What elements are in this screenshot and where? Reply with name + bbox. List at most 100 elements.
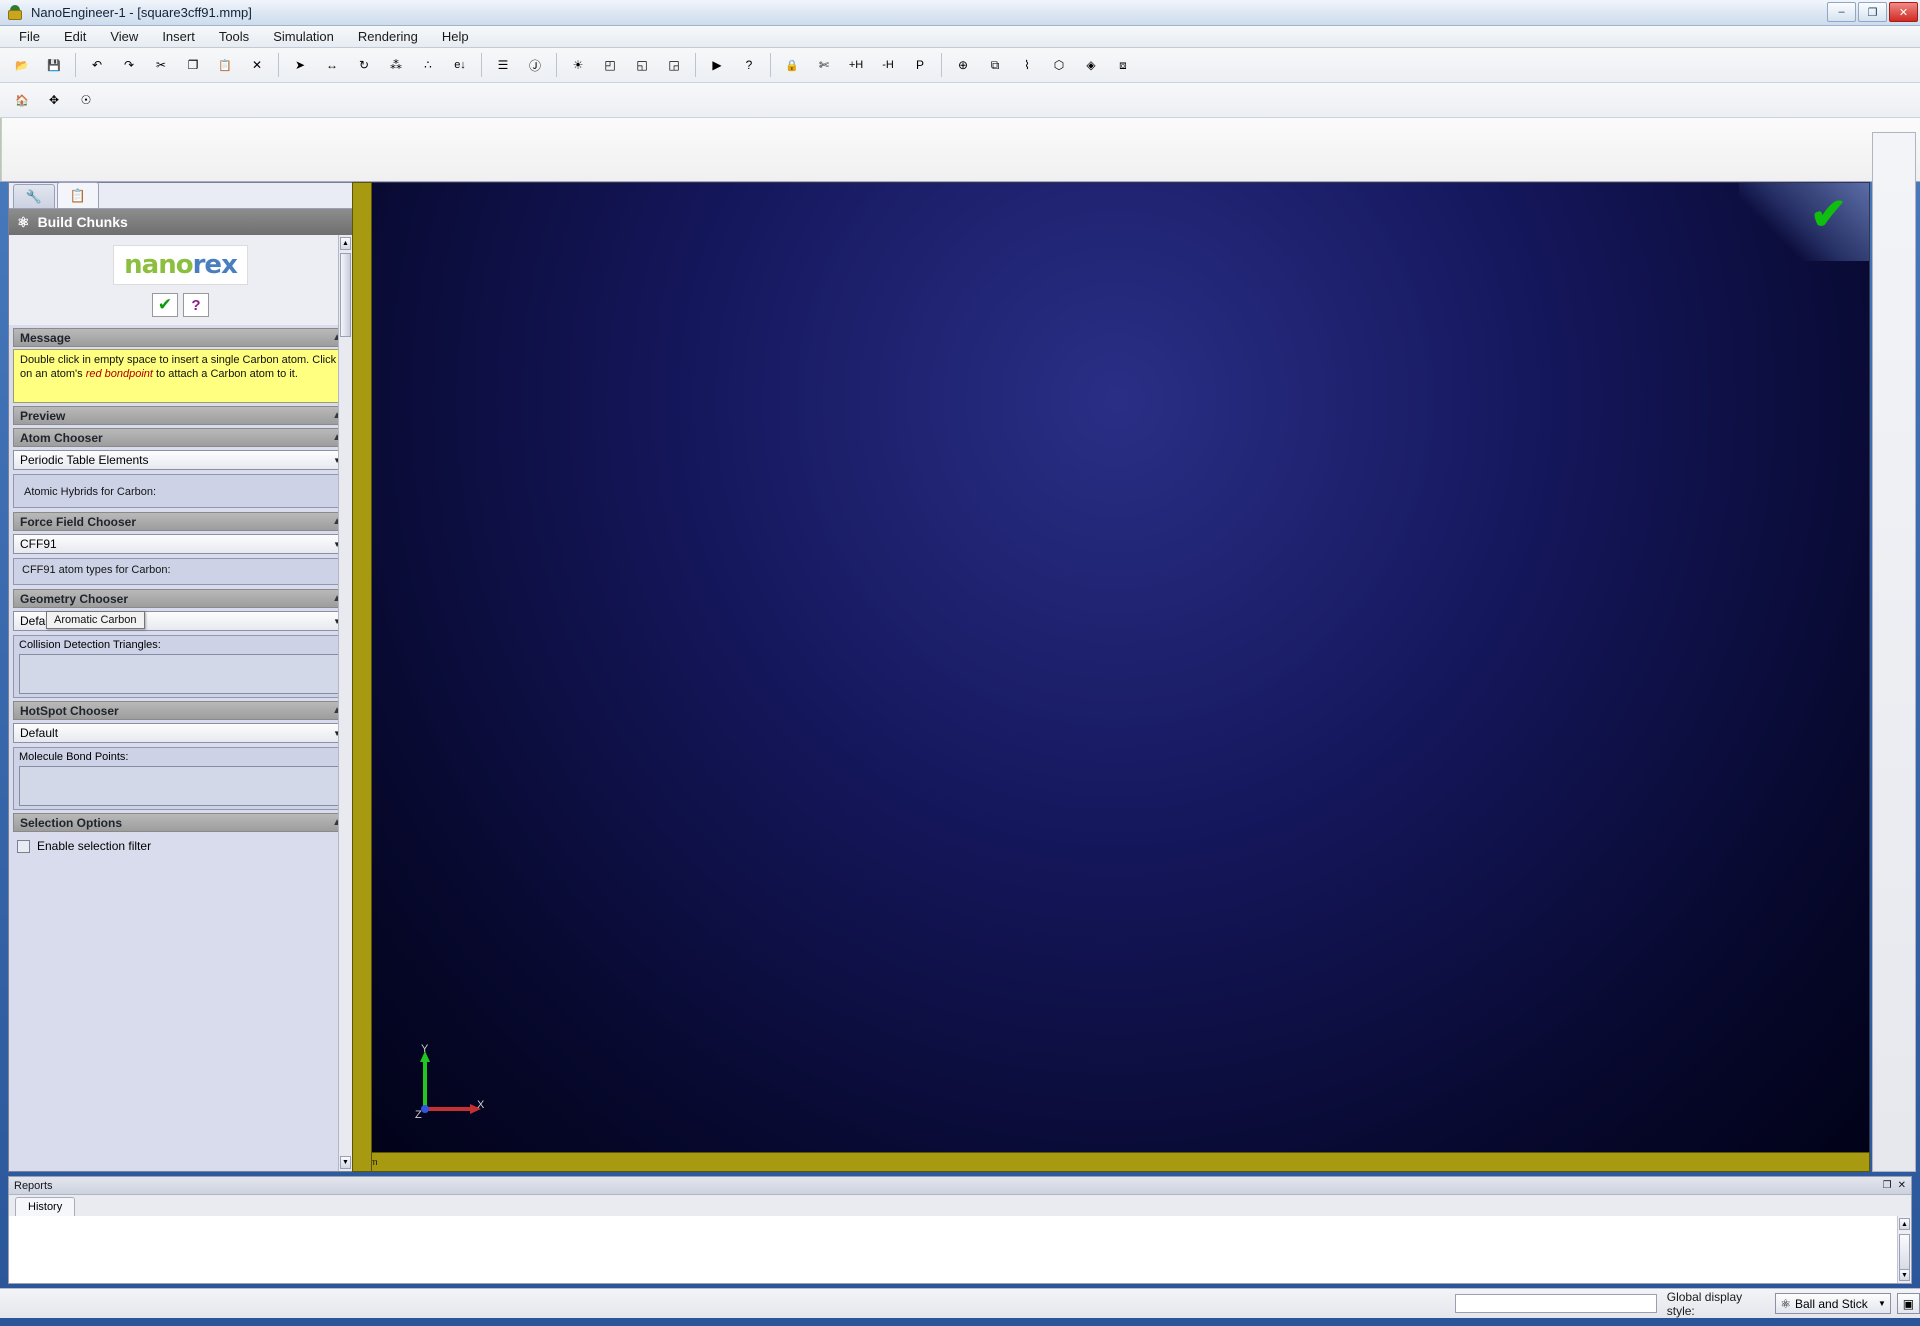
ribbon-action-group xyxy=(1,118,1920,181)
menu-view[interactable]: View xyxy=(99,26,149,47)
scroll-up-icon[interactable]: ▲ xyxy=(340,237,351,250)
menu-file[interactable]: File xyxy=(8,26,51,47)
passivate-icon[interactable]: P xyxy=(905,50,935,80)
group-title-hotspot: HotSpot Chooser xyxy=(20,703,119,718)
done-button[interactable]: ✔ xyxy=(152,293,178,317)
history-log[interactable]: ▲ ▼ xyxy=(9,1216,1911,1283)
history-tab[interactable]: History xyxy=(15,1197,76,1216)
panel-scrollbar[interactable]: ▲ ▼ xyxy=(338,235,352,1171)
hotspot-select[interactable]: Default ▼ xyxy=(13,723,348,743)
whats-this-button[interactable]: ? xyxy=(183,293,209,317)
confirm-checkmark-icon[interactable]: ✔ xyxy=(1810,193,1847,237)
chunk-style-button[interactable]: ▣ xyxy=(1896,1293,1920,1314)
model-tree-icon[interactable]: ☰ xyxy=(488,50,518,80)
history-scroll-down-icon[interactable]: ▼ xyxy=(1899,1269,1910,1281)
property-manager-tab[interactable]: 📋 xyxy=(57,182,99,208)
graphene-generator-icon[interactable]: ⬡ xyxy=(1044,50,1074,80)
hotspot-value: Default xyxy=(20,726,59,740)
menu-insert[interactable]: Insert xyxy=(151,26,206,47)
recenter-view-icon[interactable]: ☉ xyxy=(71,85,101,115)
group-header-hotspot[interactable]: HotSpot Chooser ▲ xyxy=(13,701,348,720)
scissors-bond-icon[interactable]: ✄ xyxy=(809,50,839,80)
redo-icon[interactable]: ↷ xyxy=(114,50,144,80)
menu-edit[interactable]: Edit xyxy=(53,26,97,47)
undo-icon[interactable]: ↶ xyxy=(82,50,112,80)
paste-icon[interactable]: 📋 xyxy=(210,50,240,80)
copy-icon[interactable]: ❐ xyxy=(178,50,208,80)
collision-triangles-list[interactable] xyxy=(19,654,342,694)
reports-close-icon[interactable]: ✕ xyxy=(1898,1180,1906,1191)
simulator-1-icon[interactable]: ◰ xyxy=(595,50,625,80)
group-header-atom-chooser[interactable]: Atom Chooser ▲ xyxy=(13,428,348,447)
reports-float-icon[interactable]: ❐ xyxy=(1883,1180,1892,1191)
bond-points-list[interactable] xyxy=(19,766,342,806)
select-arrow-icon[interactable]: ➤ xyxy=(285,50,315,80)
history-scroll-thumb[interactable] xyxy=(1899,1234,1910,1274)
crystal-tool-icon[interactable]: ⊕ xyxy=(948,50,978,80)
maximize-button[interactable]: ❐ xyxy=(1858,2,1887,22)
scroll-down-icon[interactable]: ▼ xyxy=(340,1156,351,1169)
movie-player-icon[interactable]: ▶ xyxy=(702,50,732,80)
element-down-icon[interactable]: e↓ xyxy=(445,50,475,80)
atom-chooser-mode-value: Periodic Table Elements xyxy=(20,453,149,467)
move-chunk-icon[interactable]: ↔ xyxy=(317,50,347,80)
select-connected-icon[interactable]: ⁂ xyxy=(381,50,411,80)
menu-tools[interactable]: Tools xyxy=(208,26,260,47)
rotate-chunk-icon[interactable]: ↻ xyxy=(349,50,379,80)
axis-label-y: Y xyxy=(421,1043,429,1055)
delete-icon[interactable]: ✕ xyxy=(242,50,272,80)
nanotube-generator-icon[interactable]: ⧉ xyxy=(980,50,1010,80)
menu-simulation[interactable]: Simulation xyxy=(262,26,345,47)
group-header-force-field[interactable]: Force Field Chooser ▲ xyxy=(13,512,348,531)
cookie-cutter-icon[interactable]: ◈ xyxy=(1076,50,1106,80)
force-field-select[interactable]: CFF91 ▼ xyxy=(13,534,348,554)
simulator-3-icon[interactable]: ◲ xyxy=(659,50,689,80)
3d-viewport[interactable]: ✔ Y X Z xyxy=(362,182,1870,1172)
collision-triangles-label: Collision Detection Triangles: xyxy=(19,639,161,651)
model-tree-tab[interactable]: 🔧 xyxy=(13,184,55,208)
add-hydrogen-icon[interactable]: +H xyxy=(841,50,871,80)
lock-chunk-icon[interactable]: 🔒 xyxy=(777,50,807,80)
scroll-thumb[interactable] xyxy=(340,253,351,337)
open-file-icon[interactable]: 📂 xyxy=(7,50,37,80)
group-title-geometry: Geometry Chooser xyxy=(20,591,129,606)
simulator-2-icon[interactable]: ◱ xyxy=(627,50,657,80)
selection-filter-checkbox[interactable] xyxy=(17,839,30,853)
help-cursor-icon[interactable]: ? xyxy=(734,50,764,80)
group-header-geometry[interactable]: Geometry Chooser ▲ xyxy=(13,589,348,608)
dna-generator-icon[interactable]: ⌇ xyxy=(1012,50,1042,80)
extrude-icon[interactable]: ⧈ xyxy=(1108,50,1138,80)
message-text: Double click in empty space to insert a … xyxy=(13,349,348,403)
panel-body: nanorex ✔ ? Message ▲ Double click in em… xyxy=(9,235,352,1171)
remove-hydrogen-icon[interactable]: -H xyxy=(873,50,903,80)
close-button[interactable]: ✕ xyxy=(1889,2,1918,22)
minimize-button[interactable]: – xyxy=(1827,2,1856,22)
menu-rendering[interactable]: Rendering xyxy=(347,26,429,47)
title-bar: NanoEngineer-1 - [square3cff91.mmp] – ❐ … xyxy=(0,0,1920,26)
save-file-icon[interactable]: 💾 xyxy=(39,50,69,80)
window-title: NanoEngineer-1 - [square3cff91.mmp] xyxy=(31,5,252,20)
global-display-style-select[interactable]: ⚛ Ball and Stick ▼ xyxy=(1775,1293,1891,1314)
group-title-selection-options: Selection Options xyxy=(20,815,123,830)
panel-tab-strip: 🔧 📋 xyxy=(9,182,352,209)
atom-chooser-mode-select[interactable]: Periodic Table Elements ▼ xyxy=(13,450,348,470)
group-header-message[interactable]: Message ▲ xyxy=(13,328,348,347)
group-header-preview[interactable]: Preview ▲ xyxy=(13,406,348,425)
minimize-energy-icon[interactable]: ☀ xyxy=(563,50,593,80)
selection-filter-row[interactable]: Enable selection filter xyxy=(13,836,348,856)
reports-title-bar: Reports ❐ ✕ xyxy=(9,1177,1911,1195)
menu-help[interactable]: Help xyxy=(431,26,480,47)
select-doubly-icon[interactable]: ∴ xyxy=(413,50,443,80)
vertical-ruler xyxy=(352,182,372,1172)
cut-icon[interactable]: ✂ xyxy=(146,50,176,80)
selection-filter-label: Enable selection filter xyxy=(37,839,152,853)
group-header-selection-options[interactable]: Selection Options ▲ xyxy=(13,813,348,832)
history-scroll-up-icon[interactable]: ▲ xyxy=(1899,1218,1910,1230)
fit-to-window-icon[interactable]: ✥ xyxy=(39,85,69,115)
gl-canvas[interactable] xyxy=(363,183,1869,1171)
home-view-icon[interactable]: 🏠 xyxy=(7,85,37,115)
history-scrollbar[interactable]: ▲ ▼ xyxy=(1897,1216,1911,1283)
toolbar-separator xyxy=(75,53,76,77)
display-style-label: Global display style: xyxy=(1666,1289,1743,1318)
properties-icon[interactable]: Ⓙ xyxy=(520,50,550,80)
